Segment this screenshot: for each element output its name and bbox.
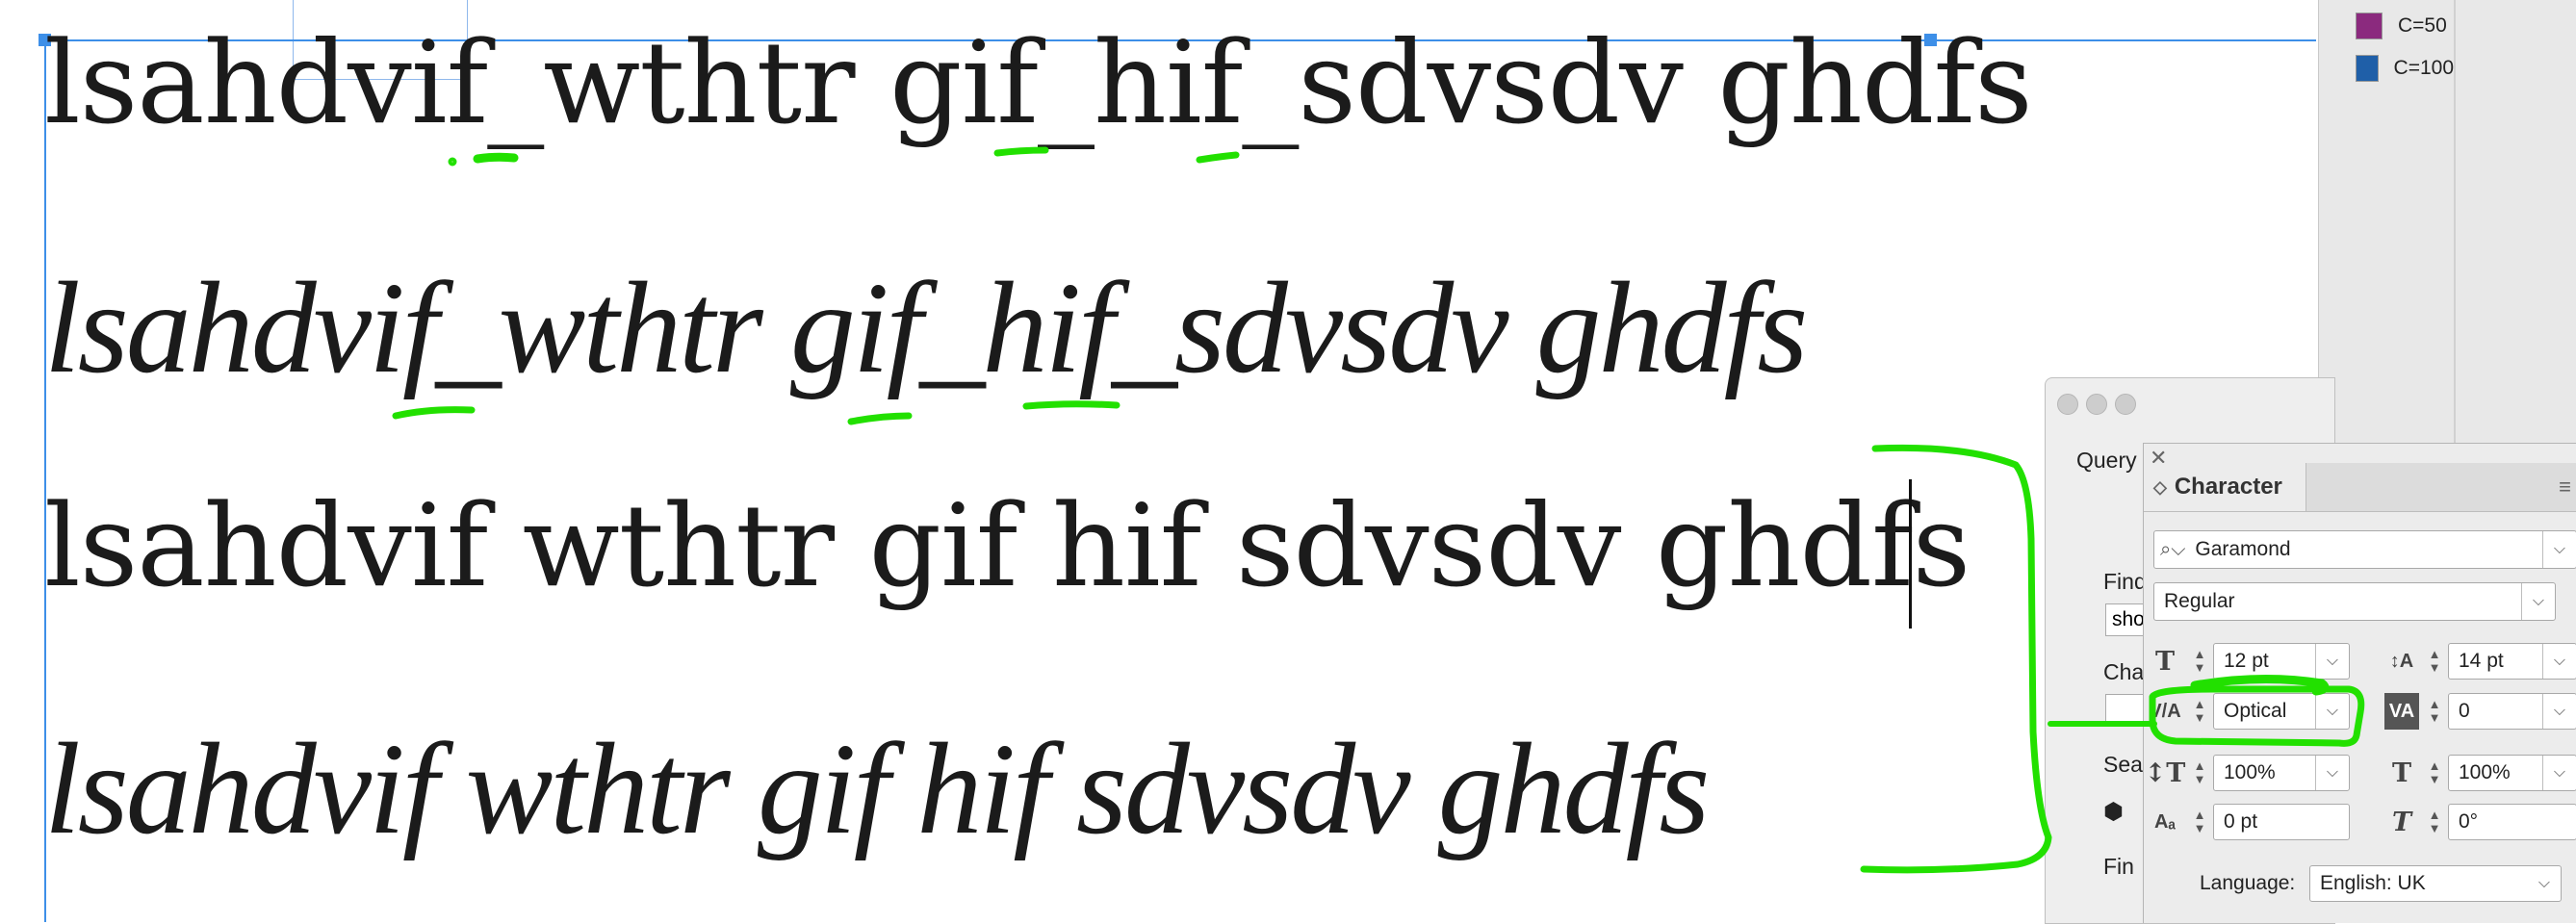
layers-icon[interactable]: ⬢ (2103, 798, 2124, 826)
language-label: Language: (2200, 872, 2296, 894)
baseline-shift-value: 0 pt (2224, 810, 2258, 833)
font-family-value: Garamond (2195, 538, 2291, 560)
tracking-field[interactable]: 0 ⌵ (2448, 693, 2576, 730)
vertical-scale-field[interactable]: 100% ⌵ (2213, 755, 2350, 791)
text-line-1[interactable]: lsahdvif_wthtr gif_hif_sdvsdv ghdfs (44, 26, 2033, 140)
vertical-scale-icon: ↕T (2144, 757, 2186, 788)
swatch-label: C=100 (2393, 57, 2454, 79)
leading-field[interactable]: 14 pt ⌵ (2448, 643, 2576, 680)
swatch-chip (2356, 13, 2383, 39)
text-line-3[interactable]: lsahdvif wthtr gif hif sdvsdv ghdfs (44, 489, 1971, 603)
swatch-chip (2356, 55, 2379, 82)
text-cursor (1909, 479, 1912, 629)
skew-icon: T (2391, 807, 2412, 837)
character-tab-label: Character (2174, 474, 2282, 500)
kerning-field[interactable]: Optical ⌵ (2213, 693, 2350, 730)
horizontal-scale-value: 100% (2459, 761, 2511, 783)
leading-stepper[interactable]: ▲ ▼ (2423, 643, 2446, 680)
font-size-field[interactable]: 12 pt ⌵ (2213, 643, 2350, 680)
chevron-down-icon[interactable]: ⌵ (2315, 644, 2349, 679)
swatch-label: C=50 (2398, 14, 2447, 37)
window-minimize-button[interactable] (2086, 394, 2107, 415)
vertical-scale-value: 100% (2224, 761, 2276, 783)
search-icon: ⌕⌵ (2160, 538, 2186, 560)
kerning-value: Optical (2224, 700, 2287, 722)
baseline-shift-field[interactable]: 0 pt (2213, 804, 2350, 840)
language-select[interactable]: English: UK ⌵ (2309, 865, 2562, 902)
chevron-down-icon[interactable]: ⌵ (2315, 694, 2349, 729)
font-size-icon: T (2154, 646, 2176, 677)
font-style-value: Regular (2164, 590, 2235, 612)
search-label: Sea (2103, 752, 2143, 777)
tracking-value: 0 (2459, 700, 2470, 722)
baseline-shift-icon: Aₐ (2154, 810, 2176, 833)
chevron-down-icon[interactable]: ⌵ (2528, 866, 2561, 901)
font-family-field[interactable]: ⌕⌵ Garamond ⌵ (2153, 530, 2576, 569)
horizontal-scale-icon: T (2391, 757, 2412, 788)
find-format-label: Fin (2103, 854, 2134, 879)
leading-icon: ↕A (2389, 650, 2414, 672)
chevron-down-icon[interactable]: ⌵ (2542, 531, 2576, 568)
font-size-stepper[interactable]: ▲ ▼ (2188, 643, 2211, 680)
tab-character[interactable]: ◇ Character (2144, 463, 2306, 511)
find-what-label: Find (2103, 569, 2147, 594)
text-line-4[interactable]: lsahdvif wthtr gif hif sdvsdv ghdfs (44, 724, 1710, 855)
change-to-label: Cha (2103, 659, 2145, 684)
query-label: Query (2076, 448, 2137, 473)
swatches-panel: C=50 C=100 (2318, 0, 2576, 452)
panel-divider (2454, 0, 2456, 452)
swatch-item[interactable]: C=100 (2319, 48, 2454, 89)
tracking-stepper[interactable]: ▲ ▼ (2423, 693, 2446, 730)
character-panel-tabbar: ◇ Character ≡ (2144, 463, 2576, 512)
panel-menu-icon[interactable]: ≡ (2559, 475, 2571, 500)
window-zoom-button[interactable] (2115, 394, 2136, 415)
chevron-down-icon[interactable]: ⌵ (2542, 756, 2576, 790)
kerning-stepper[interactable]: ▲ ▼ (2188, 693, 2211, 730)
skew-stepper[interactable]: ▲ ▼ (2423, 804, 2446, 840)
character-panel: ✕ ◇ Character ≡ ⌕⌵ Garamond ⌵ Regular ⌵ … (2143, 443, 2576, 923)
swatch-item[interactable]: C=50 (2319, 6, 2454, 46)
skew-field[interactable]: 0° (2448, 804, 2576, 840)
vertical-scale-stepper[interactable]: ▲ ▼ (2188, 755, 2211, 791)
baseline-shift-stepper[interactable]: ▲ ▼ (2188, 804, 2211, 840)
chevron-down-icon[interactable]: ⌵ (2315, 756, 2349, 790)
text-line-2[interactable]: lsahdvif_wthtr gif_hif_sdvsdv ghdfs (44, 263, 1808, 394)
language-value: English: UK (2320, 872, 2426, 894)
font-style-field[interactable]: Regular ⌵ (2153, 582, 2556, 621)
chevron-down-icon[interactable]: ⌵ (2542, 644, 2576, 679)
window-close-button[interactable] (2057, 394, 2078, 415)
horizontal-scale-field[interactable]: 100% ⌵ (2448, 755, 2576, 791)
font-size-value: 12 pt (2224, 650, 2269, 672)
horizontal-scale-stepper[interactable]: ▲ ▼ (2423, 755, 2446, 791)
skew-value: 0° (2459, 810, 2479, 833)
chevron-down-icon[interactable]: ⌵ (2542, 694, 2576, 729)
tracking-icon: VA (2384, 693, 2419, 730)
leading-value: 14 pt (2459, 650, 2504, 672)
chevron-down-icon[interactable]: ⌵ (2521, 583, 2555, 620)
kerning-icon: V/A (2149, 700, 2181, 722)
chevron-updown-icon: ◇ (2153, 476, 2167, 497)
